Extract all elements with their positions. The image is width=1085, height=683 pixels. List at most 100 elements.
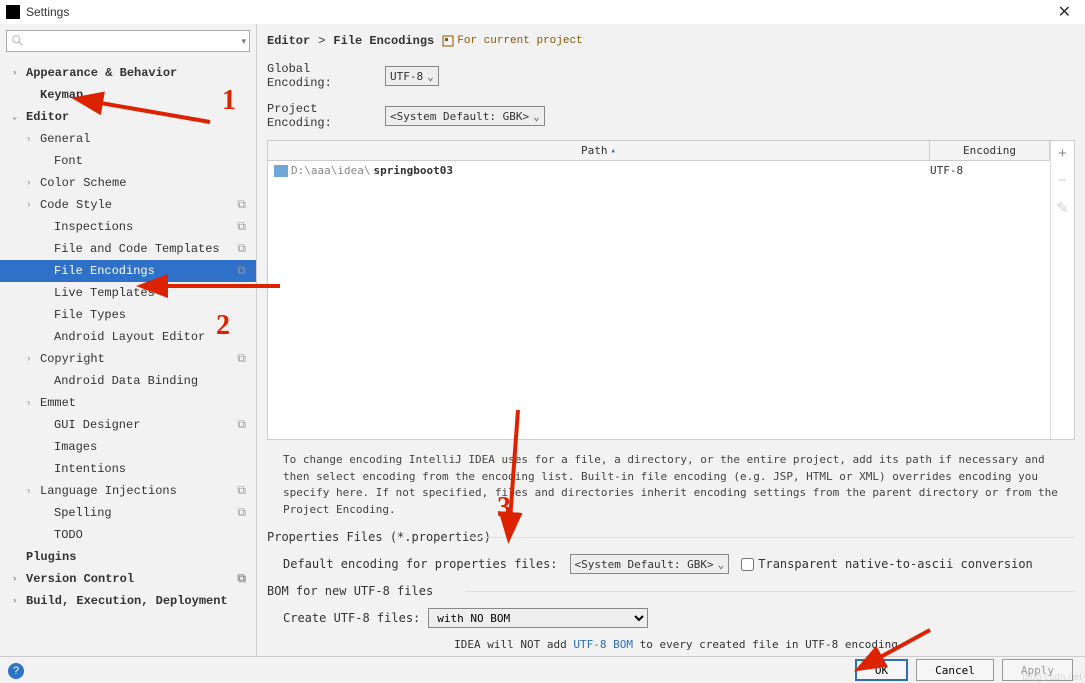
- project-scope-icon: ⧉: [237, 506, 246, 520]
- breadcrumb-file-encodings: File Encodings: [333, 34, 434, 48]
- project-scope-icon: ⧉: [237, 242, 246, 256]
- sidebar-item-label: Intentions: [54, 462, 126, 476]
- help-text: To change encoding IntelliJ IDEA uses fo…: [267, 444, 1085, 526]
- default-encoding-properties-select[interactable]: <System Default: GBK>: [570, 554, 730, 574]
- sidebar-item-todo[interactable]: TODO: [0, 524, 256, 546]
- sidebar-item-label: Android Layout Editor: [54, 330, 205, 344]
- search-icon: [11, 34, 25, 48]
- search-history-dropdown-icon[interactable]: ▾: [241, 36, 246, 47]
- project-scope-icon: ⧉: [237, 572, 246, 586]
- settings-tree: › Appearance & Behavior Keymap ⌄ Editor › Gene…: [0, 58, 256, 656]
- bom-section-label: BOM for new UTF-8 files: [267, 580, 1085, 602]
- sidebar-item-file-and-code-templates[interactable]: File and Code Templates⧉: [0, 238, 256, 260]
- table-row[interactable]: D:\aaa\idea\springboot03UTF-8: [268, 161, 1050, 180]
- project-scope-icon: ⧉: [237, 198, 246, 212]
- column-header-path[interactable]: Path▴: [268, 141, 930, 160]
- table-body: D:\aaa\idea\springboot03UTF-8: [268, 161, 1050, 439]
- titlebar: Settings ✕: [0, 0, 1085, 24]
- sidebar-item-code-style[interactable]: › Code Style ⧉: [0, 194, 256, 216]
- sidebar-item-label: Emmet: [40, 396, 76, 410]
- sidebar-item-spelling[interactable]: Spelling ⧉: [0, 502, 256, 524]
- tree-arrow-icon: ›: [26, 486, 36, 496]
- project-scope-icon: ⧉: [237, 352, 246, 366]
- properties-section-label: Properties Files (*.properties): [267, 526, 1085, 548]
- global-encoding-label: Global Encoding:: [267, 62, 377, 90]
- sidebar-item-language-injections[interactable]: › Language Injections ⧉: [0, 480, 256, 502]
- sidebar-item-label: File Types: [54, 308, 126, 322]
- project-icon: [442, 35, 454, 47]
- tree-arrow-icon: ⌄: [12, 112, 22, 122]
- for-current-project-label: For current project: [442, 35, 582, 47]
- project-encoding-select[interactable]: <System Default: GBK>: [385, 106, 545, 126]
- transparent-native-to-ascii-label: Transparent native-to-ascii conversion: [758, 557, 1033, 571]
- sidebar-item-label: Version Control: [26, 572, 134, 586]
- search-input[interactable]: [25, 34, 245, 48]
- project-scope-icon: ⧉: [237, 484, 246, 498]
- sidebar-item-label: Spelling: [54, 506, 112, 520]
- breadcrumb: Editor > File Encodings For current proj…: [267, 32, 1085, 56]
- bom-info-text: IDEA will NOT add UTF-8 BOM to every cre…: [267, 634, 1085, 655]
- sidebar-item-copyright[interactable]: ›Copyright⧉: [0, 348, 256, 370]
- sidebar-item-emmet[interactable]: › Emmet: [0, 392, 256, 414]
- sidebar-item-inspections[interactable]: Inspections⧉: [0, 216, 256, 238]
- folder-icon: [274, 165, 288, 177]
- sidebar-item-intentions[interactable]: Intentions: [0, 458, 256, 480]
- sidebar-item-label: File Encodings: [54, 264, 155, 278]
- project-scope-icon: ⧉: [237, 220, 246, 234]
- sidebar-item-file-types[interactable]: File Types: [0, 304, 256, 326]
- sidebar-item-label: Font: [54, 154, 83, 168]
- sidebar-item-version-control[interactable]: › Version Control ⧉: [0, 568, 256, 590]
- create-utf8-select[interactable]: with NO BOM: [428, 608, 648, 628]
- encoding-table: Path▴ Encoding D:\aaa\idea\springboot03U…: [267, 140, 1075, 440]
- tree-arrow-icon: ›: [12, 68, 22, 78]
- sidebar-item-plugins[interactable]: Plugins: [0, 546, 256, 568]
- tree-arrow-icon: ›: [26, 200, 36, 210]
- breadcrumb-separator: >: [318, 34, 325, 48]
- close-icon[interactable]: ✕: [1050, 2, 1079, 22]
- tree-arrow-icon: ›: [26, 134, 36, 144]
- sidebar-item-color-scheme[interactable]: › Color Scheme: [0, 172, 256, 194]
- sidebar-item-images[interactable]: Images: [0, 436, 256, 458]
- sidebar-item-label: Keymap: [40, 88, 83, 102]
- tree-arrow-icon: ›: [12, 574, 22, 584]
- sidebar-item-gui-designer[interactable]: GUI Designer⧉: [0, 414, 256, 436]
- help-icon[interactable]: ?: [8, 663, 24, 679]
- table-toolbar: + − ✎: [1050, 141, 1074, 439]
- content-area: Editor > File Encodings For current proj…: [257, 24, 1085, 656]
- sidebar-item-label: Live Templates: [54, 286, 155, 300]
- project-scope-icon: ⧉: [237, 418, 246, 432]
- sidebar-item-label: Build, Execution, Deployment: [26, 594, 228, 608]
- sidebar-item-appearance-behavior[interactable]: › Appearance & Behavior: [0, 62, 256, 84]
- sidebar-item-font[interactable]: Font: [0, 150, 256, 172]
- sidebar-item-label: Color Scheme: [40, 176, 126, 190]
- add-icon[interactable]: +: [1058, 145, 1067, 162]
- sidebar-item-label: Language Injections: [40, 484, 177, 498]
- remove-icon[interactable]: −: [1058, 172, 1067, 189]
- sidebar-item-label: TODO: [54, 528, 83, 542]
- tree-arrow-icon: ›: [26, 178, 36, 188]
- edit-icon[interactable]: ✎: [1056, 199, 1069, 217]
- search-input-wrapper[interactable]: ▾: [6, 30, 250, 52]
- sidebar-item-label: Copyright: [40, 352, 105, 366]
- app-icon: [6, 5, 20, 19]
- sidebar-item-label: Code Style: [40, 198, 112, 212]
- sidebar-item-build-execution-deployment[interactable]: ›Build, Execution, Deployment: [0, 590, 256, 612]
- project-encoding-label: Project Encoding:: [267, 102, 377, 130]
- watermark: blog.csdn.net: [1023, 672, 1083, 683]
- sidebar-item-label: General: [40, 132, 90, 146]
- sidebar-item-label: Editor: [26, 110, 69, 124]
- sidebar-item-label: Plugins: [26, 550, 76, 564]
- column-header-encoding[interactable]: Encoding: [930, 141, 1050, 160]
- utf8-bom-link[interactable]: UTF-8 BOM: [573, 638, 633, 651]
- sidebar-item-android-layout-editor[interactable]: Android Layout Editor: [0, 326, 256, 348]
- breadcrumb-editor[interactable]: Editor: [267, 34, 310, 48]
- tree-arrow-icon: ›: [26, 398, 36, 408]
- sidebar-item-label: Android Data Binding: [54, 374, 198, 388]
- sidebar-item-label: Appearance & Behavior: [26, 66, 177, 80]
- row-encoding[interactable]: UTF-8: [930, 164, 1044, 177]
- default-encoding-properties-label: Default encoding for properties files:: [283, 557, 558, 571]
- sidebar-item-android-data-binding[interactable]: Android Data Binding: [0, 370, 256, 392]
- transparent-native-to-ascii-checkbox[interactable]: [741, 558, 754, 571]
- create-utf8-label: Create UTF-8 files:: [283, 611, 420, 625]
- global-encoding-select[interactable]: UTF-8: [385, 66, 439, 86]
